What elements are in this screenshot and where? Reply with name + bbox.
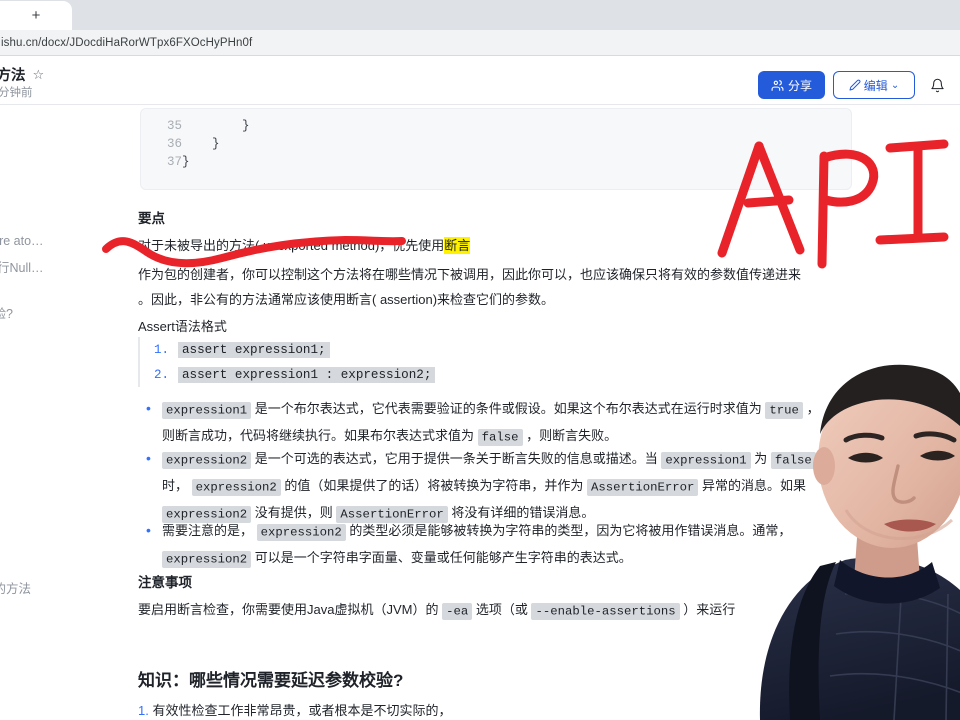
- assert-list-number-2: 2.: [154, 367, 170, 382]
- notice-text-a: 要启用断言检查，你需要使用Java虚拟机（JVM）的: [138, 602, 443, 617]
- code-false-a: false: [477, 428, 523, 446]
- note-text-a: 需要注意的是，: [162, 523, 257, 538]
- note-text-c: 可以是一个字符串字面量、变量或任何能够产生字符串的表达式。: [251, 550, 632, 565]
- notice-text-b: 选项（或: [472, 602, 532, 617]
- code-block[interactable]: 35 } 36 } 37}: [140, 108, 852, 190]
- sidebar-item-3[interactable]: nNull进行Null…: [0, 260, 44, 276]
- last-edited-text: 40 分钟前: [0, 87, 33, 99]
- code-line-36: 36 }: [167, 137, 220, 151]
- heading-keypoints: 要点: [138, 211, 165, 226]
- bullet2-text-a: 是一个可选的表达式，它用于提供一条关于断言失败的信息或描述。当: [251, 451, 662, 466]
- document-title-group[interactable]: 章 方法 ☆: [0, 64, 44, 85]
- knowledge-item-text: 有效性检查工作非常昂贵，或者根本是不切实际的，: [152, 703, 452, 718]
- people-icon: [771, 79, 784, 91]
- code-expression1-b: expression1: [661, 451, 751, 469]
- sidebar-item-10[interactable]: 法重载的方法: [0, 581, 31, 597]
- code-expression2-b: expression2: [191, 478, 281, 496]
- bullet1-text-c: ，则断言失败。: [522, 428, 618, 443]
- notice-text-c: ）来运行: [679, 602, 736, 617]
- bullet-expression1: expression1 是一个布尔表达式，它代表需要验证的条件或假设。如果这个布…: [138, 396, 828, 450]
- edit-button[interactable]: 编辑 ⌄: [833, 71, 915, 99]
- code-expression2-e: expression2: [162, 550, 252, 568]
- code-line-35: 35 }: [167, 119, 250, 133]
- heading-knowledge: 知识：哪些情况需要延迟参数校验?: [138, 671, 404, 690]
- note-text-b: 的类型必须是能够被转换为字符串的类型，因为它将被用作错误消息。通常，: [345, 523, 792, 538]
- pencil-icon: [849, 79, 861, 91]
- bullet2-text-e: 异常的消息。如果: [698, 478, 806, 493]
- browser-tabstrip: +: [0, 0, 960, 30]
- bullet-expression2: expression2 是一个可选的表达式，它用于提供一条关于断言失败的信息或描…: [138, 446, 828, 527]
- star-icon[interactable]: ☆: [33, 68, 45, 81]
- code-expression2-d: expression2: [256, 523, 346, 541]
- knowledge-list-item-1: 1. 有效性检查工作非常昂贵，或者根本是不切实际的，: [138, 700, 451, 720]
- code-line-37: 37}: [167, 155, 190, 169]
- code-false-b: false: [770, 451, 816, 469]
- bullet2-text-c: 时，: [162, 478, 192, 493]
- bullet1-text-a: 是一个布尔表达式，它代表需要验证的条件或假设。如果这个布尔表达式在运行时求值为: [251, 401, 766, 416]
- notifications-button[interactable]: [927, 74, 947, 96]
- knowledge-item-number: 1.: [138, 703, 149, 718]
- code-ea-flag: -ea: [442, 602, 473, 620]
- assert-list-code-2: assert expression1 : expression2;: [178, 366, 436, 383]
- heading-assert-syntax: Assert语法格式: [138, 319, 227, 334]
- sidebar-item-2[interactable]: 性 (failure ato…: [0, 233, 44, 249]
- note-bullet-mask: [138, 518, 156, 519]
- notice-line: 要启用断言检查，你需要使用Java虚拟机（JVM）的 -ea 选项（或 --en…: [138, 597, 735, 624]
- assert-list-number-1: 1.: [154, 342, 170, 357]
- chevron-down-icon: ⌄: [890, 79, 900, 91]
- keypoint-paragraph: 作为包的创建者，你可以控制这个方法将在哪些情况下被调用，因此你可以，也应该确保只…: [138, 267, 802, 307]
- share-button[interactable]: 分享: [758, 71, 825, 99]
- address-bar-url[interactable]: ishu.cn/docx/JDocdiHaRorWTpx6FXOcHyPHn0f: [0, 37, 252, 49]
- screen-root: + ishu.cn/docx/JDocdiHaRorWTpx6FXOcHyPHn…: [0, 0, 960, 720]
- new-tab-button[interactable]: +: [0, 1, 72, 30]
- assert-syntax-list: 1. assert expression1; 2. assert express…: [138, 337, 558, 387]
- assert-list-item-1: 1. assert expression1;: [154, 337, 558, 362]
- code-expression2-a: expression2: [162, 451, 252, 469]
- code-true: true: [765, 401, 803, 419]
- sidebar-item-4[interactable]: 参数校验?: [0, 306, 13, 322]
- share-button-label: 分享: [787, 78, 812, 93]
- bullet2-text-b: 为: [750, 451, 771, 466]
- heading-notice: 注意事项: [138, 575, 192, 590]
- keypoint-prefix: 对于未被导出的方法( unexported method)，优先使用: [138, 238, 445, 253]
- browser-address-bar[interactable]: ishu.cn/docx/JDocdiHaRorWTpx6FXOcHyPHn0f: [0, 30, 960, 56]
- outline-sidebar: 方法 效性 性 (failure ato… nNull进行Null… 参数校验?…: [0, 105, 128, 720]
- document-body: 35 } 36 } 37} 要点 对于未被导出的方法( unexported m…: [128, 105, 960, 720]
- note-paragraph: 需要注意的是， expression2 的类型必须是能够被转换为字符串的类型，因…: [138, 518, 828, 572]
- page-title: 章 方法: [0, 68, 26, 84]
- assert-list-code-1: assert expression1;: [178, 341, 330, 358]
- bullet2-text-d: 的值（如果提供了的话）将被转换为字符串，并作为: [280, 478, 588, 493]
- code-expression1-a: expression1: [162, 401, 252, 419]
- edit-button-label: 编辑: [863, 78, 888, 93]
- keypoint-highlight: 断言: [444, 237, 471, 254]
- assert-list-item-2: 2. assert expression1 : expression2;: [154, 362, 558, 387]
- code-enable-assertions-flag: --enable-assertions: [531, 602, 680, 620]
- code-assertionerror-a: AssertionError: [587, 478, 699, 496]
- bell-icon: [930, 78, 944, 92]
- keypoint-line: 对于未被导出的方法( unexported method)，优先使用断言: [138, 233, 471, 258]
